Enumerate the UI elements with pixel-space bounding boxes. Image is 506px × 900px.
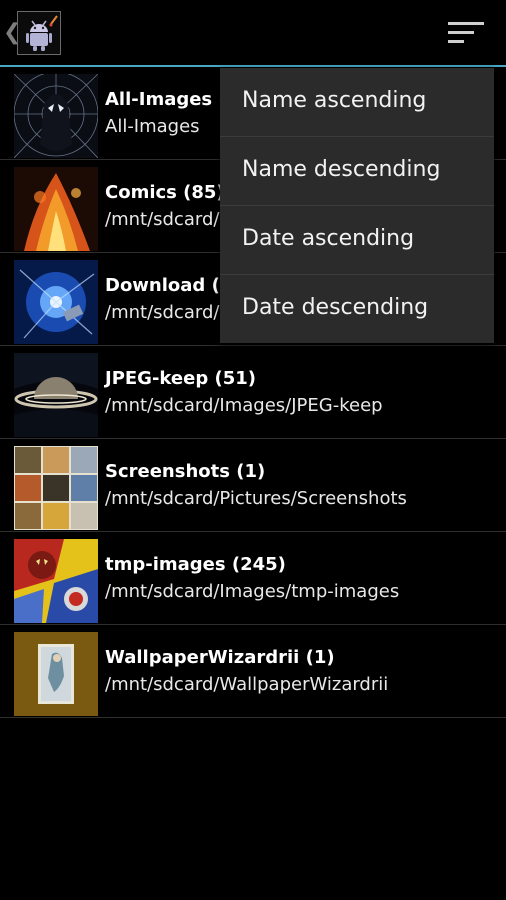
album-title: Download (1	[105, 275, 233, 296]
menu-item-label: Date descending	[242, 295, 429, 320]
album-path: /mnt/sdcard/Images/tmp-images	[105, 581, 400, 602]
menu-item-label: Date ascending	[242, 226, 415, 251]
album-path: All-Images	[105, 116, 200, 137]
album-title: Screenshots (1)	[105, 461, 266, 482]
menu-item-date-ascending[interactable]: Date ascending	[220, 206, 494, 275]
list-item[interactable]: WallpaperWizardrii (1) /mnt/sdcard/Wallp…	[0, 625, 506, 718]
album-path: /mnt/sdcard/	[105, 209, 220, 230]
album-title: WallpaperWizardrii (1)	[105, 647, 335, 668]
menu-item-label: Name ascending	[242, 88, 427, 113]
album-path: /mnt/sdcard/WallpaperWizardrii	[105, 674, 389, 695]
menu-item-label: Name descending	[242, 157, 441, 182]
album-title: tmp-images (245)	[105, 554, 286, 575]
album-title: JPEG-keep (51)	[105, 368, 256, 389]
action-bar: ❮	[0, 0, 506, 66]
blue-space-thumb	[14, 260, 98, 344]
album-path: /mnt/sdcard/	[105, 302, 220, 323]
wallpaper-thumb	[14, 632, 98, 716]
album-title: Comics (85)	[105, 182, 225, 203]
android-app-icon[interactable]	[17, 11, 61, 55]
captain-america-thumb	[14, 539, 98, 623]
sort-button[interactable]	[440, 12, 494, 56]
list-item[interactable]: JPEG-keep (51) /mnt/sdcard/Images/JPEG-k…	[0, 346, 506, 439]
menu-item-date-descending[interactable]: Date descending	[220, 275, 494, 344]
spiderman-thumb	[14, 74, 98, 158]
sort-menu: Name ascending Name descending Date asce…	[220, 68, 494, 343]
menu-item-name-descending[interactable]: Name descending	[220, 137, 494, 206]
album-path: /mnt/sdcard/Pictures/Screenshots	[105, 488, 407, 509]
screen: ❮ All-Images (6 All-Images Comics (85) /…	[0, 0, 506, 900]
list-item[interactable]: Screenshots (1) /mnt/sdcard/Pictures/Scr…	[0, 439, 506, 532]
menu-item-name-ascending[interactable]: Name ascending	[220, 68, 494, 137]
list-item[interactable]: tmp-images (245) /mnt/sdcard/Images/tmp-…	[0, 532, 506, 625]
sort-icon	[448, 22, 484, 43]
album-path: /mnt/sdcard/Images/JPEG-keep	[105, 395, 383, 416]
saturn-thumb	[14, 353, 98, 437]
comic-grid-thumb	[14, 446, 98, 530]
fire-comic-thumb	[14, 167, 98, 251]
